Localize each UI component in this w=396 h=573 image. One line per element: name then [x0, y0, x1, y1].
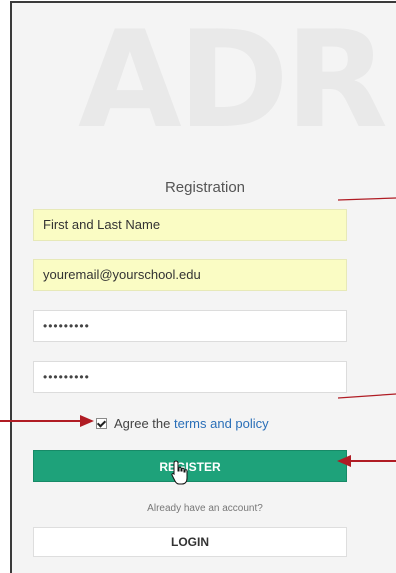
- already-account-text: Already have an account?: [147, 503, 263, 514]
- watermark-logo: ADR: [78, 2, 388, 158]
- agree-label: Agree the: [114, 415, 174, 431]
- login-button[interactable]: LOGIN: [33, 527, 347, 557]
- red-arrow-icon: [337, 455, 396, 467]
- red-arrow-icon: [0, 415, 94, 427]
- email-field[interactable]: youremail@yourschool.edu: [33, 259, 347, 291]
- password-field[interactable]: •••••••••: [33, 310, 347, 342]
- terms-link[interactable]: terms and policy: [174, 416, 269, 431]
- terms-agreement: Agree the terms and policy: [96, 413, 269, 433]
- register-button[interactable]: REGISTER: [33, 450, 347, 482]
- hand-pointer-icon: [171, 460, 188, 485]
- name-field[interactable]: First and Last Name: [33, 209, 347, 241]
- agree-checkbox[interactable]: [96, 417, 107, 429]
- confirm-password-field[interactable]: •••••••••: [33, 361, 347, 393]
- registration-panel: ADR Registration First and Last Name you…: [10, 1, 396, 573]
- annotation-line-right-2: [338, 393, 396, 399]
- annotation-line-right-1: [338, 197, 396, 201]
